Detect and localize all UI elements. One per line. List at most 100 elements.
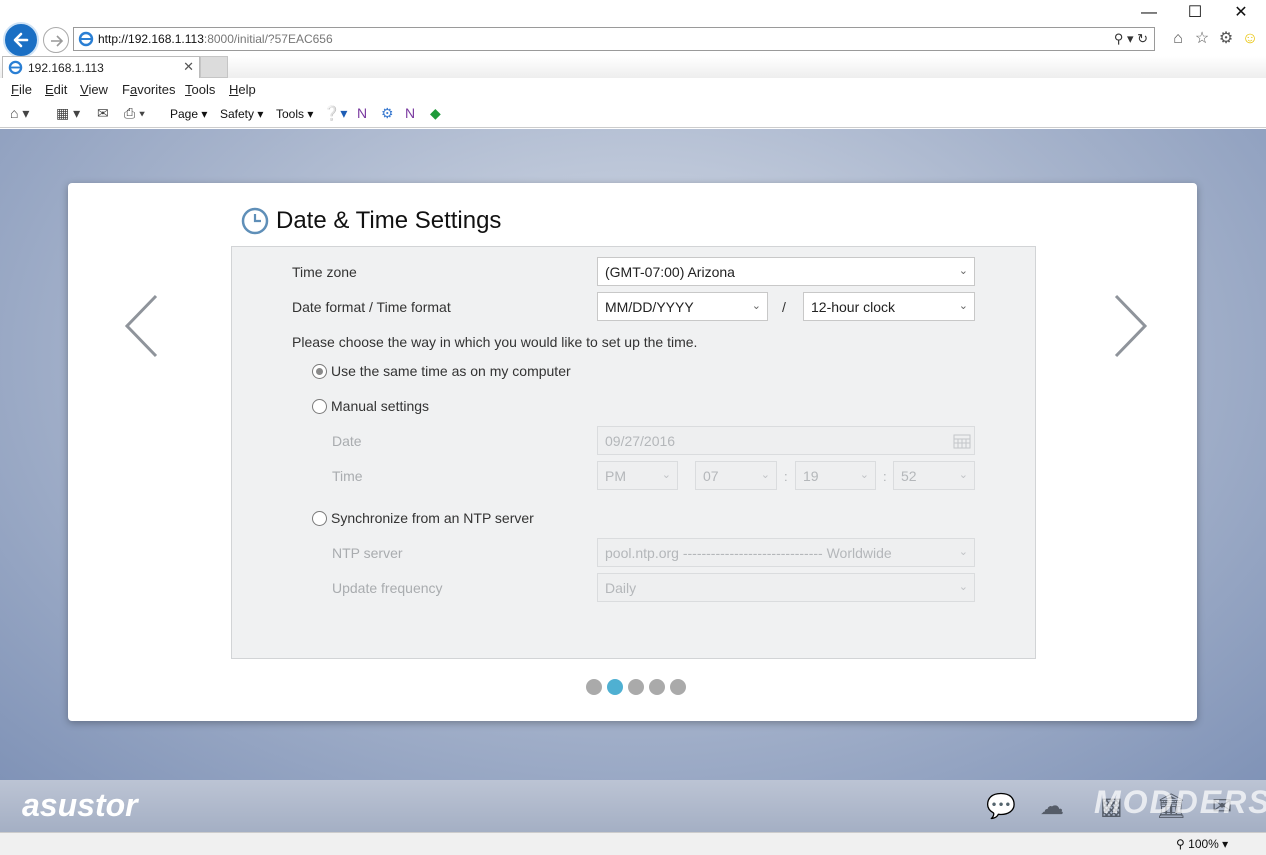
- date-format-select[interactable]: MM/DD/YYYY ⌄: [597, 292, 768, 321]
- second-select[interactable]: 52 ⌄: [893, 461, 975, 490]
- ampm-select[interactable]: PM ⌄: [597, 461, 678, 490]
- page-title: Date & Time Settings: [276, 207, 502, 234]
- zoom-control[interactable]: ⚲ 100% ▾: [1176, 837, 1228, 851]
- chevron-down-icon: ⌄: [751, 300, 761, 312]
- back-arrow-icon: [13, 32, 29, 48]
- address-bar[interactable]: http://192.168.1.113:8000/initial/?57EAC…: [73, 27, 1155, 51]
- watermark-logo: MODDERS: [1094, 784, 1266, 820]
- minimize-icon[interactable]: —: [1126, 2, 1172, 24]
- update-frequency-label: Update frequency: [332, 580, 443, 596]
- next-arrow-icon[interactable]: [1108, 292, 1152, 360]
- browser-right-icons: ⌂ ☆ ⚙ ☺: [1166, 28, 1262, 50]
- search-icon: ⚲: [1113, 31, 1124, 46]
- tab-title: 192.168.1.113: [28, 61, 104, 75]
- chevron-down-icon: ⌄: [958, 265, 968, 277]
- step-dot[interactable]: [649, 679, 665, 695]
- ie-icon: [78, 31, 94, 47]
- format-label: Date format / Time format: [292, 299, 451, 315]
- hour-select[interactable]: 07 ⌄: [695, 461, 777, 490]
- format-separator: /: [782, 299, 786, 315]
- step-dot[interactable]: [670, 679, 686, 695]
- new-tab-button[interactable]: [200, 56, 228, 78]
- time-separator: :: [784, 469, 788, 484]
- tab-row: 192.168.1.113 ✕: [0, 56, 1266, 78]
- address-bar-tools[interactable]: ⚲ ▾ ↻: [1114, 31, 1148, 47]
- chevron-down-icon: ⌄: [958, 300, 968, 312]
- home-icon[interactable]: ⌂: [1166, 30, 1190, 48]
- chevron-down-icon: ⌄: [958, 581, 968, 593]
- cloud-download-icon[interactable]: ☁: [1040, 792, 1064, 821]
- menu-tools[interactable]: Tools: [185, 82, 215, 97]
- chevron-down-icon: ⌄: [859, 469, 869, 481]
- tab-close-icon[interactable]: ✕: [183, 59, 194, 75]
- ntp-server-select[interactable]: pool.ntp.org ---------------------------…: [597, 538, 975, 567]
- timezone-select[interactable]: (GMT-07:00) Arizona ⌄: [597, 257, 975, 286]
- settings-gear-icon[interactable]: ⚙: [1214, 28, 1238, 48]
- forward-arrow-icon: [51, 35, 64, 47]
- home-cmd-icon[interactable]: ⌂ ▾: [10, 105, 29, 122]
- chevron-down-icon: ⌄: [958, 469, 968, 481]
- step-dot[interactable]: [607, 679, 623, 695]
- radio-same-as-computer[interactable]: [312, 364, 327, 379]
- app-footer: asustor 💬 ☁ ▩ 🏛 ✉ MODDERS: [0, 780, 1266, 832]
- gear-addon-icon[interactable]: ⚙: [381, 105, 394, 122]
- mail-icon[interactable]: ✉: [97, 105, 109, 122]
- feeds-icon[interactable]: ▦ ▾: [56, 105, 80, 122]
- print-icon[interactable]: ⎙ ▾: [124, 105, 145, 122]
- chevron-down-icon: ⌄: [958, 546, 968, 558]
- chat-icon[interactable]: 💬: [986, 792, 1016, 821]
- setup-prompt: Please choose the way in which you would…: [292, 334, 698, 350]
- favorites-star-icon[interactable]: ☆: [1190, 28, 1214, 48]
- menu-edit[interactable]: Edit: [45, 82, 67, 97]
- onenote-link-icon[interactable]: N: [405, 105, 415, 121]
- step-dot[interactable]: [586, 679, 602, 695]
- tools-menu[interactable]: Tools ▾: [276, 107, 313, 121]
- url-text[interactable]: http://192.168.1.113:8000/initial/?57EAC…: [98, 32, 333, 46]
- date-label: Date: [332, 433, 362, 449]
- close-window-icon[interactable]: ✕: [1218, 2, 1264, 24]
- step-indicator: [586, 679, 691, 698]
- chevron-down-icon: ⌄: [760, 469, 770, 481]
- update-frequency-select[interactable]: Daily ⌄: [597, 573, 975, 602]
- zoom-icon: ⚲: [1176, 837, 1185, 851]
- clock-icon: [241, 207, 269, 235]
- back-button[interactable]: [3, 22, 39, 58]
- option-ntp-server-label[interactable]: Synchronize from an NTP server: [331, 510, 534, 526]
- menu-bar: File Edit View Favorites Tools Help: [0, 78, 1266, 100]
- time-label: Time: [332, 468, 363, 484]
- browser-tab[interactable]: 192.168.1.113 ✕: [2, 56, 200, 78]
- page-menu[interactable]: Page ▾: [170, 107, 207, 121]
- radio-ntp-server[interactable]: [312, 511, 327, 526]
- status-bar: ⚲ 100% ▾: [0, 832, 1266, 855]
- help-icon[interactable]: ❔▾: [323, 105, 347, 122]
- menu-file[interactable]: File: [11, 82, 32, 97]
- minute-select[interactable]: 19 ⌄: [795, 461, 876, 490]
- time-format-select[interactable]: 12-hour clock ⌄: [803, 292, 975, 321]
- step-dot[interactable]: [628, 679, 644, 695]
- refresh-icon: ↻: [1137, 31, 1148, 46]
- time-separator: :: [883, 469, 887, 484]
- date-field[interactable]: 09/27/2016: [597, 426, 975, 455]
- smiley-feedback-icon[interactable]: ☺: [1238, 30, 1262, 48]
- radio-manual-settings[interactable]: [312, 399, 327, 414]
- calendar-icon: [953, 434, 971, 449]
- maximize-icon[interactable]: ☐: [1172, 2, 1218, 24]
- menu-help[interactable]: Help: [229, 82, 256, 97]
- option-same-as-computer-label[interactable]: Use the same time as on my computer: [331, 363, 571, 379]
- ntp-server-label: NTP server: [332, 545, 403, 561]
- onenote-icon[interactable]: N: [357, 105, 367, 121]
- option-manual-settings-label[interactable]: Manual settings: [331, 398, 429, 414]
- timezone-label: Time zone: [292, 264, 357, 280]
- menu-favorites[interactable]: Favorites: [122, 82, 175, 97]
- green-addon-icon[interactable]: ◆: [430, 105, 441, 122]
- chevron-down-icon: ⌄: [661, 469, 671, 481]
- safety-menu[interactable]: Safety ▾: [220, 107, 263, 121]
- tab-ie-icon: [8, 60, 23, 75]
- menu-view[interactable]: View: [80, 82, 108, 97]
- forward-button[interactable]: [43, 27, 69, 53]
- asustor-logo: asustor: [22, 787, 138, 823]
- command-bar: ⌂ ▾ ▦ ▾ ✉ ⎙ ▾ Page ▾ Safety ▾ Tools ▾ ❔▾…: [0, 100, 1266, 128]
- previous-arrow-icon[interactable]: [120, 292, 164, 360]
- address-row: http://192.168.1.113:8000/initial/?57EAC…: [0, 22, 1266, 58]
- window-title-bar: — ☐ ✕: [0, 0, 1266, 24]
